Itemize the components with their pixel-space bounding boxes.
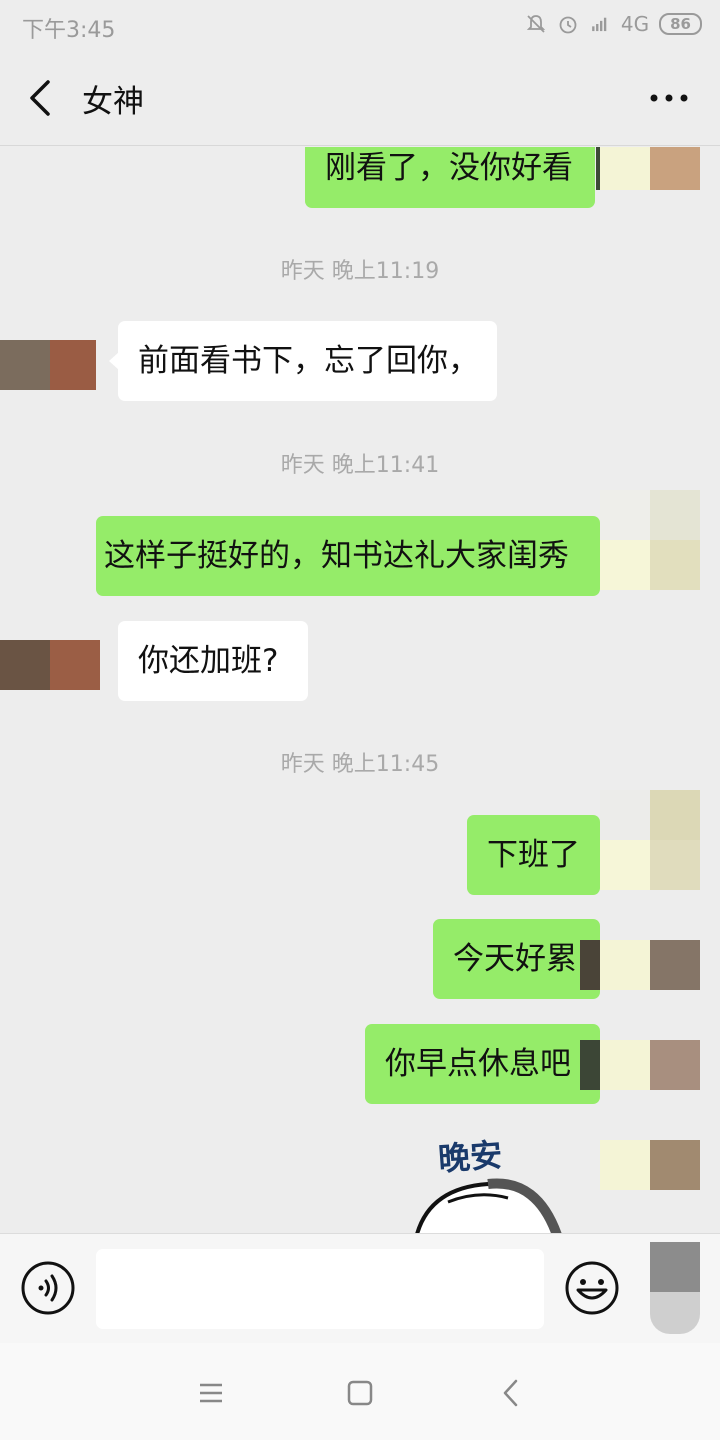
more-dots-icon [650,94,688,102]
back-button[interactable] [20,76,60,120]
chevron-left-icon [30,80,50,116]
home-square-icon [347,1380,373,1406]
back-nav-button[interactable] [492,1373,532,1413]
back-triangle-icon [503,1379,518,1407]
menu-icon [200,1383,222,1403]
avatar-self[interactable] [580,940,700,990]
more-functions-button[interactable] [650,1242,700,1334]
message-bubble-mine[interactable]: 下班了 [467,815,600,895]
status-icons: 4G 86 [525,12,702,36]
message-bubble-mine[interactable]: 你早点休息吧 [365,1024,600,1104]
chat-title: 女神 [82,84,144,120]
message-bubble-mine[interactable]: 刚看了，没你好看 [305,147,595,208]
message-text: 你还加班? [138,643,279,679]
chat-header: 女神 [0,50,720,146]
input-bar [0,1233,720,1343]
message-bubble-contact[interactable]: 前面看书下，忘了回你， [118,321,497,401]
home-button[interactable] [340,1373,380,1413]
message-input[interactable] [96,1249,544,1329]
timestamp: 昨天 晚上11:45 [280,752,440,777]
message-bubble-mine[interactable]: 这样子挺好的，知书达礼大家闺秀 [96,516,600,596]
battery-icon: 86 [659,13,702,35]
voice-icon [21,1261,75,1315]
message-bubble-mine[interactable]: 今天好累 [433,919,600,999]
avatar-self[interactable] [580,1040,700,1090]
sticker-face-icon [415,1178,562,1233]
message-text: 刚看了，没你好看 [325,150,573,186]
avatar-self[interactable] [600,490,700,590]
hd-signal-icon [589,13,611,35]
message-text: 这样子挺好的，知书达礼大家闺秀 [104,538,569,574]
avatar-self[interactable] [600,1140,700,1190]
system-nav-bar [0,1343,720,1440]
avatar-self[interactable] [600,790,700,890]
chat-area[interactable]: 刚看了，没你好看 昨天 晚上11:19 前面看书下，忘了回你， 昨天 晚上11:… [0,147,720,1233]
menu-button[interactable] [191,1373,231,1413]
status-time: 下午3:45 [22,18,116,43]
avatar-contact[interactable] [0,640,100,690]
message-text: 前面看书下，忘了回你， [138,343,479,379]
voice-button[interactable] [20,1260,76,1316]
timestamp: 昨天 晚上11:19 [280,259,440,284]
more-button[interactable] [644,80,694,116]
emoji-icon [565,1261,619,1315]
avatar-self[interactable] [596,147,700,190]
emoji-button[interactable] [564,1260,620,1316]
timestamp: 昨天 晚上11:41 [280,453,440,478]
message-text: 下班了 [487,837,580,873]
avatar-contact[interactable] [0,340,96,390]
alarm-icon [557,13,579,35]
message-text: 你早点休息吧 [385,1046,571,1082]
status-bar: 下午3:45 4G 86 [0,0,720,50]
mute-bell-icon [525,13,547,35]
sticker-goodnight[interactable]: 晚安 [408,1128,568,1233]
network-type: 4G [620,12,650,36]
message-text: 今天好累 [453,941,577,977]
message-bubble-contact[interactable]: 你还加班? [118,621,308,701]
